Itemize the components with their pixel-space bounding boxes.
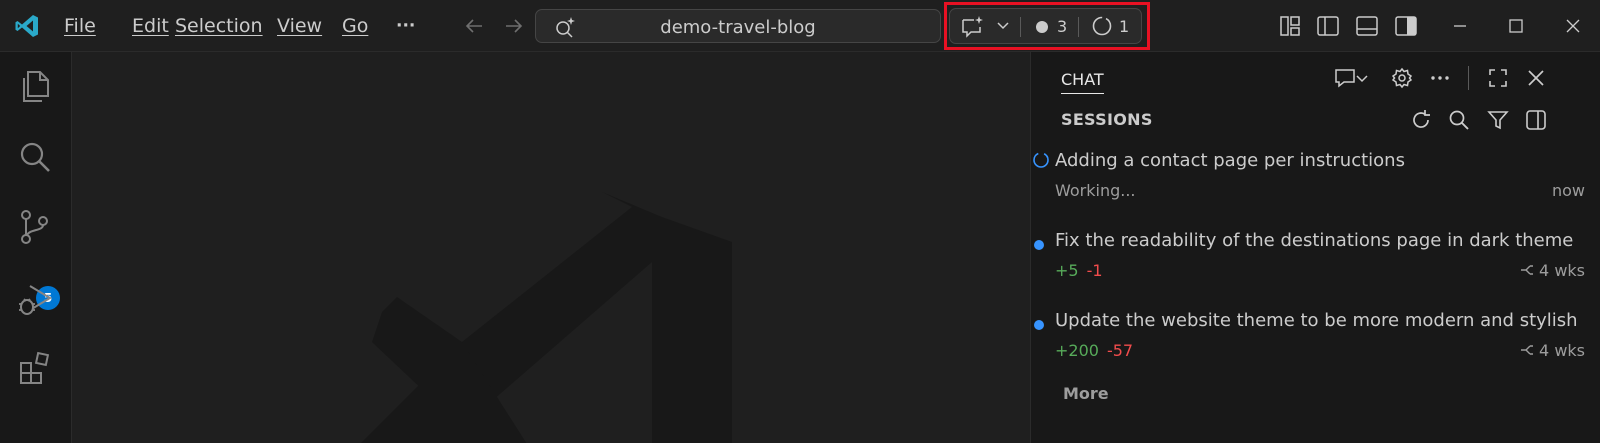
toggle-panel-icon[interactable]	[1354, 13, 1380, 39]
activity-bar: 5	[0, 52, 72, 443]
lines-removed: -57	[1106, 341, 1134, 360]
search-icon[interactable]	[1447, 108, 1471, 132]
source-control-icon[interactable]	[16, 208, 54, 246]
explorer-icon[interactable]	[16, 68, 54, 106]
vscode-logo-icon	[15, 15, 38, 37]
forward-arrow-icon[interactable]	[502, 14, 526, 38]
tab-chat[interactable]: CHAT	[1061, 70, 1104, 94]
more-actions-icon[interactable]	[1428, 66, 1452, 90]
workspace-name: demo-travel-blog	[660, 17, 816, 38]
session-item[interactable]: Adding a contact page per instructions W…	[1031, 144, 1600, 214]
gear-icon[interactable]	[1390, 66, 1414, 90]
status-dot-icon	[1034, 240, 1044, 250]
branch-icon	[1520, 345, 1533, 355]
close-icon[interactable]	[1524, 66, 1548, 90]
session-item[interactable]: Fix the readability of the destinations …	[1031, 224, 1600, 294]
session-time: now	[1551, 181, 1585, 200]
menu-selection[interactable]: Selection	[175, 0, 263, 52]
lines-added: +200	[1055, 341, 1099, 360]
highlight-box	[944, 2, 1150, 50]
toggle-primary-sidebar-icon[interactable]	[1315, 13, 1341, 39]
close-window-icon[interactable]	[1560, 13, 1586, 39]
new-chat-icon[interactable]	[1333, 66, 1357, 90]
menu-go[interactable]: Go	[342, 0, 368, 52]
run-debug-icon[interactable]	[16, 280, 54, 318]
refresh-icon[interactable]	[1409, 108, 1433, 132]
more-sessions-link[interactable]: More	[1063, 384, 1109, 403]
branch-icon	[1520, 265, 1533, 275]
chat-panel: CHAT SESSIONS Adding a contact page per …	[1030, 52, 1600, 443]
session-diff: +200 -57	[1055, 341, 1133, 360]
session-time: 4 wks	[1520, 341, 1585, 360]
maximize-panel-icon[interactable]	[1486, 66, 1510, 90]
toggle-secondary-sidebar-icon[interactable]	[1393, 13, 1419, 39]
extensions-icon[interactable]	[16, 350, 54, 388]
vscode-watermark-icon	[361, 192, 732, 443]
session-title: Update the website theme to be more mode…	[1055, 310, 1578, 331]
toggle-sessions-view-icon[interactable]	[1524, 108, 1548, 132]
lines-added: +5	[1055, 261, 1079, 280]
sessions-title: SESSIONS	[1061, 110, 1153, 129]
lines-removed: -1	[1086, 261, 1103, 280]
menu-edit[interactable]: Edit	[132, 0, 169, 52]
title-bar: File Edit Selection View Go ··· demo-tra…	[0, 0, 1600, 52]
session-item[interactable]: Update the website theme to be more mode…	[1031, 304, 1600, 374]
session-title: Adding a contact page per instructions	[1055, 150, 1405, 171]
menu-more[interactable]: ···	[396, 0, 415, 52]
session-title: Fix the readability of the destinations …	[1055, 230, 1574, 251]
minimize-icon[interactable]	[1447, 13, 1473, 39]
menu-file[interactable]: File	[64, 0, 96, 52]
command-center[interactable]: demo-travel-blog	[535, 9, 941, 43]
divider	[1468, 66, 1469, 90]
status-dot-icon	[1034, 320, 1044, 330]
session-time: 4 wks	[1520, 261, 1585, 280]
editor-area	[72, 52, 1030, 443]
search-icon[interactable]	[16, 138, 54, 176]
session-diff: +5 -1	[1055, 261, 1103, 280]
menu-view[interactable]: View	[277, 0, 322, 52]
session-status: Working...	[1055, 181, 1136, 200]
loading-spinner-icon	[1033, 152, 1049, 168]
layout-custom-icon[interactable]	[1277, 13, 1303, 39]
chevron-down-icon[interactable]	[1355, 66, 1369, 90]
maximize-icon[interactable]	[1503, 13, 1529, 39]
back-arrow-icon[interactable]	[462, 14, 486, 38]
filter-icon[interactable]	[1486, 108, 1510, 132]
